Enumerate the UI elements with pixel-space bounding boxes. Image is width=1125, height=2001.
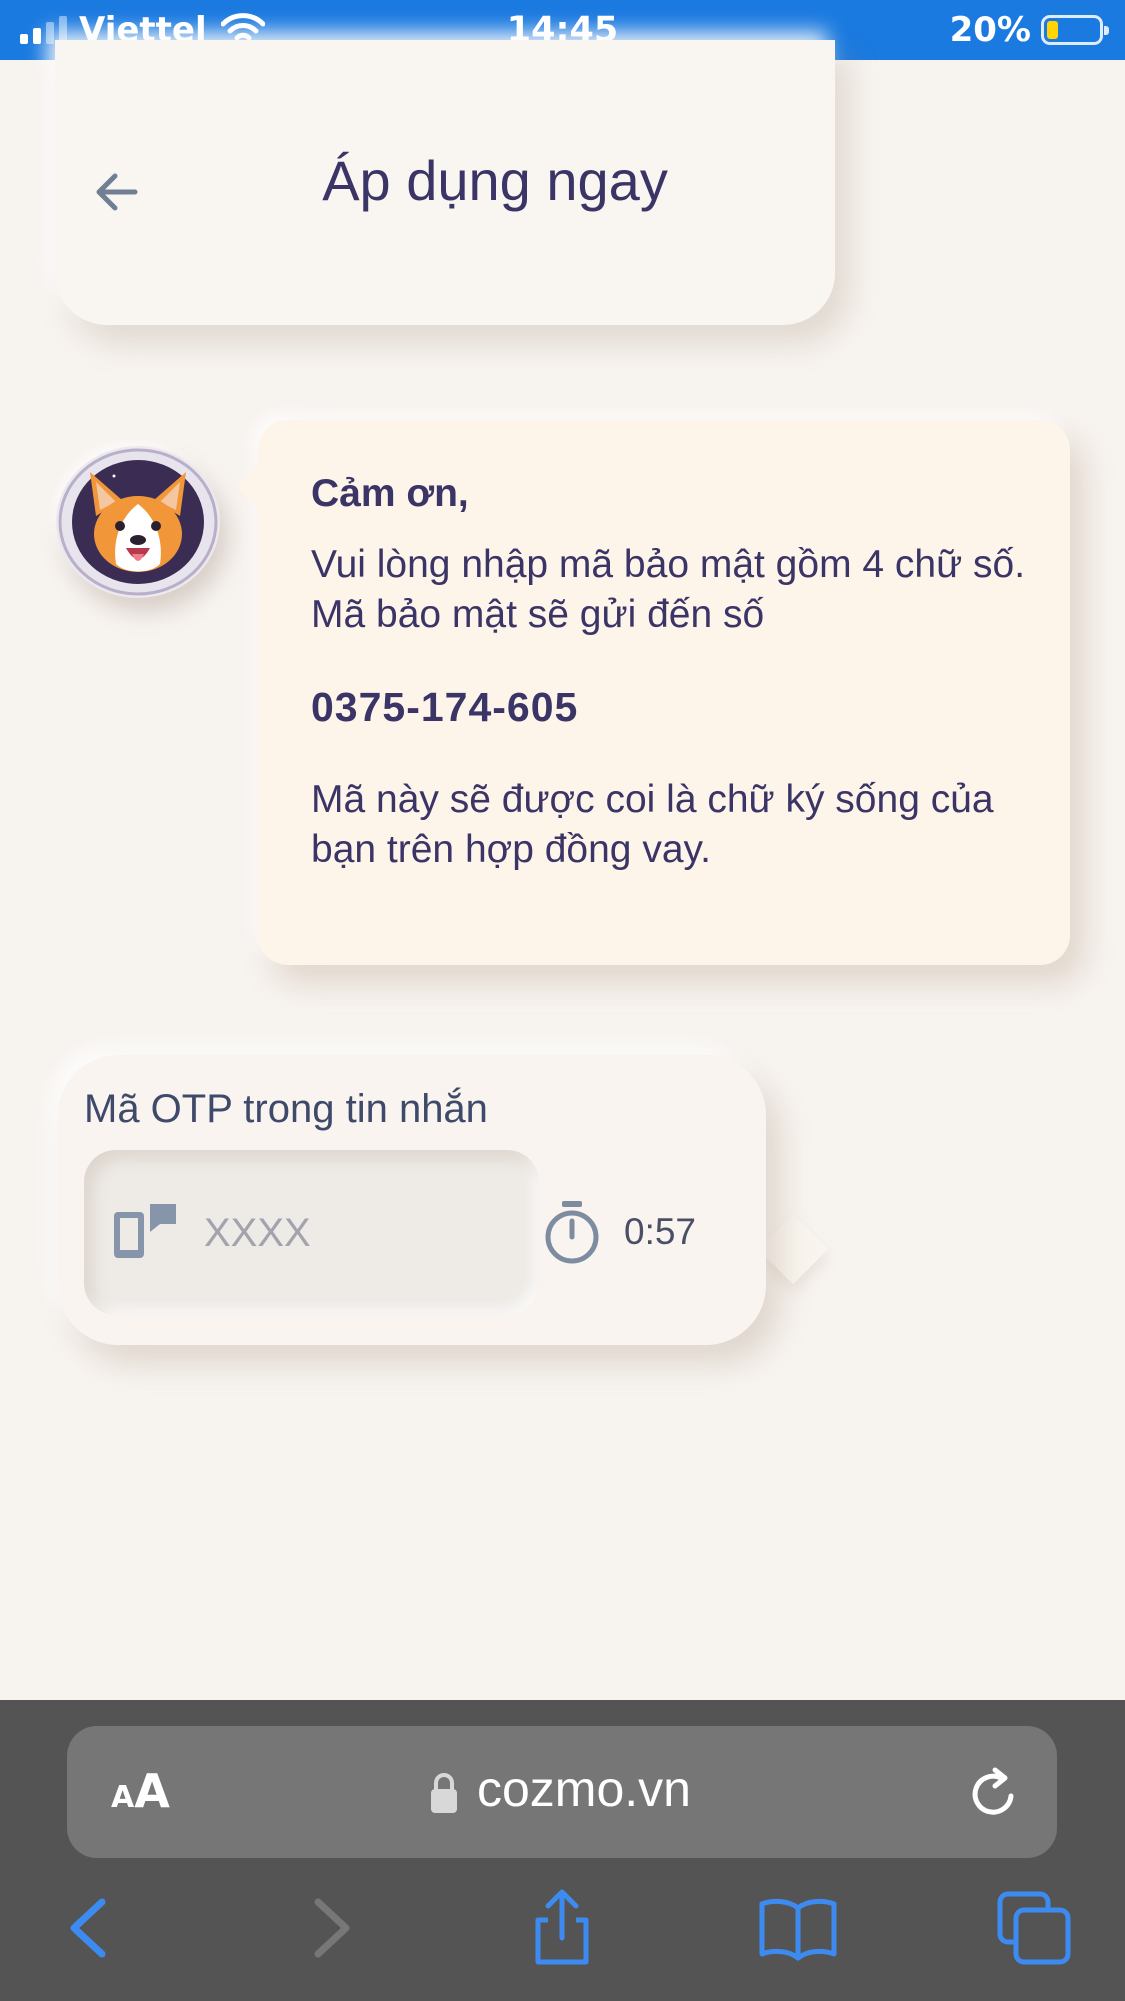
- forward-nav-icon[interactable]: [290, 1888, 370, 1968]
- greeting-text: Cảm ơn,: [311, 472, 469, 515]
- battery-percent: 20%: [949, 10, 1031, 50]
- text-size-small-a: A: [111, 1780, 135, 1815]
- lock-icon: [431, 1773, 457, 1813]
- status-right: 20%: [949, 8, 1109, 52]
- chat-bubble: Cảm ơn, Vui lòng nhập mã bảo mật gồm 4 c…: [236, 420, 1070, 965]
- bubble-tail: [236, 462, 262, 510]
- otp-card-pointer: [757, 1213, 829, 1285]
- bookmarks-icon[interactable]: [758, 1888, 838, 1968]
- battery-icon: [1041, 15, 1109, 45]
- corgi-avatar-icon: [58, 448, 218, 596]
- header-card: Áp dụng ngay: [55, 40, 835, 325]
- nav-row: [0, 1878, 1125, 1988]
- page-title: Áp dụng ngay: [322, 149, 668, 212]
- signature-note: Mã này sẽ được coi là chữ ký sống của bạ…: [311, 778, 994, 871]
- url-text[interactable]: cozmo.vn: [477, 1760, 691, 1818]
- back-arrow-icon[interactable]: [85, 160, 149, 224]
- browser-toolbar: AA cozmo.vn: [0, 1700, 1125, 2001]
- share-icon[interactable]: [522, 1888, 602, 1968]
- otp-input[interactable]: [202, 1190, 526, 1276]
- address-bar[interactable]: AA cozmo.vn: [67, 1726, 1057, 1858]
- back-nav-icon[interactable]: [50, 1888, 130, 1968]
- otp-label: Mã OTP trong tin nhắn: [84, 1087, 488, 1131]
- instruction-text: Vui lòng nhập mã bảo mật gồm 4 chữ số. M…: [311, 543, 1026, 636]
- bubble-content: Cảm ơn, Vui lòng nhập mã bảo mật gồm 4 c…: [311, 472, 1031, 875]
- tabs-icon[interactable]: [994, 1888, 1074, 1968]
- otp-card: Mã OTP trong tin nhắn 0:57: [58, 1055, 766, 1345]
- text-size-big-a: A: [134, 1764, 170, 1818]
- stopwatch-icon: [545, 1201, 599, 1264]
- avatar: [56, 446, 220, 598]
- countdown-timer: 0:57: [624, 1211, 697, 1252]
- text-size-button[interactable]: AA: [111, 1764, 170, 1818]
- sms-phone-icon: [114, 1204, 176, 1258]
- phone-number: 0375-174-605: [311, 684, 579, 730]
- otp-input-box[interactable]: [84, 1150, 539, 1315]
- reload-icon[interactable]: [967, 1766, 1021, 1820]
